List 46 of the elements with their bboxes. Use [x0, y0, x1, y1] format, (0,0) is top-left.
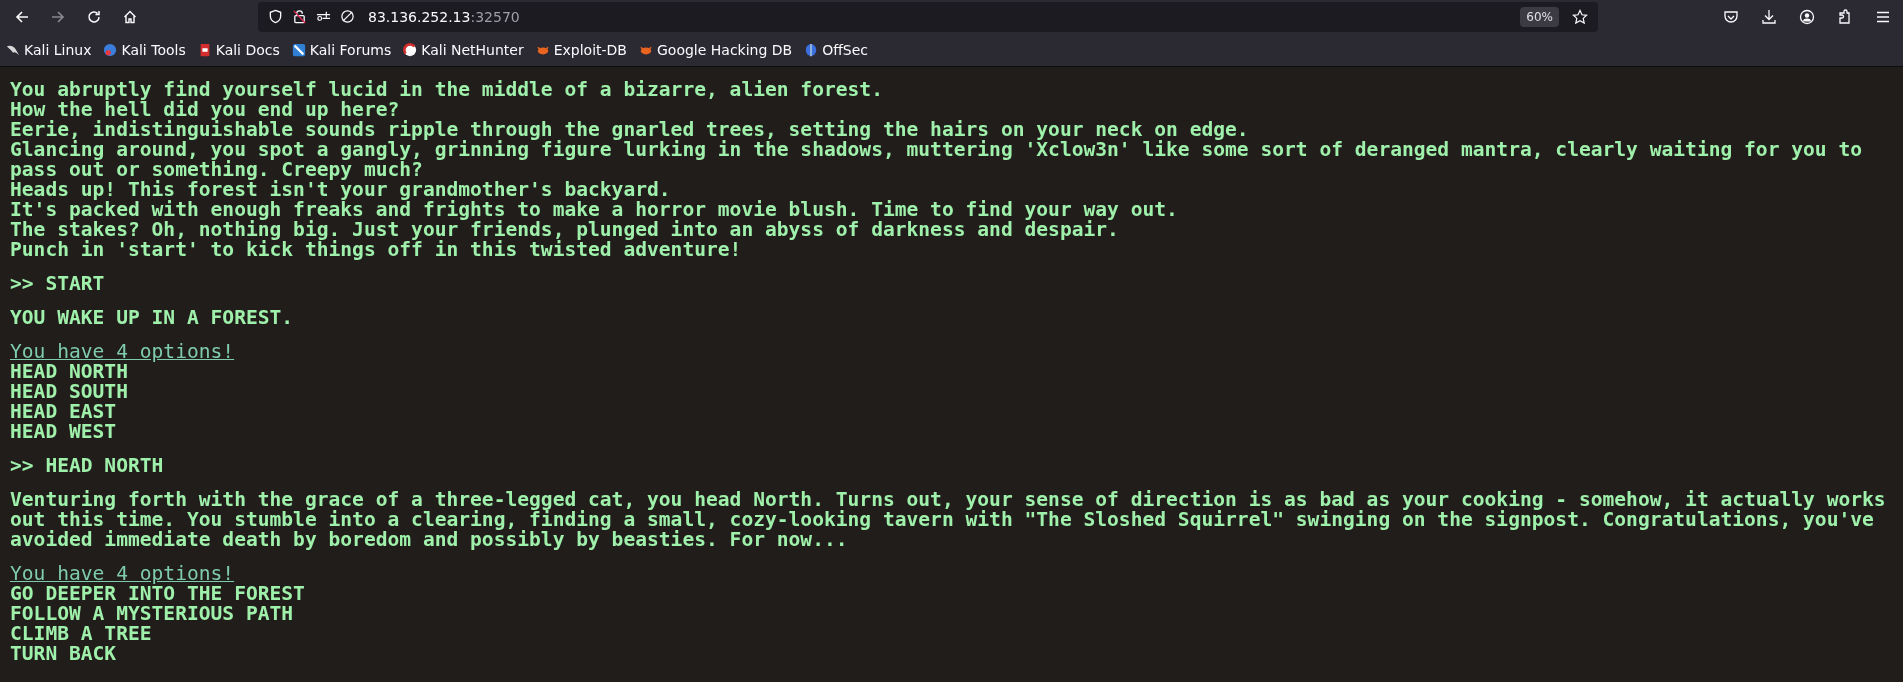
- option-text: FOLLOW A MYSTERIOUS PATH: [10, 604, 295, 624]
- story-text: YOU WAKE UP IN A FOREST.: [10, 308, 295, 328]
- permissions-icon: [316, 9, 331, 24]
- story-text: Venturing forth with the grace of a three-legged cat, you head North. Turns out, your sense of direction is as bad as your cooking - somehow, it actually works out this time. You stumble into a clearing, finding a small, cozy-looking tavern with "The Sloshed Squirrel" swinging on the signpost. Congratulations, you've avoided immediate death by boredom and possibly by beasties. For now...: [10, 490, 1887, 550]
- bookmark-item[interactable]: Kali NetHunter: [403, 41, 524, 58]
- home-icon[interactable]: [122, 8, 138, 25]
- forward-icon[interactable]: [50, 8, 66, 25]
- bookmark-star-icon[interactable]: [1572, 8, 1588, 25]
- bookmark-item[interactable]: Kali Linux: [6, 41, 92, 58]
- command-line: >> HEAD NORTH: [10, 456, 165, 476]
- pocket-icon[interactable]: [1723, 8, 1739, 25]
- option-text: GO DEEPER INTO THE FOREST: [10, 584, 306, 604]
- reload-icon[interactable]: [86, 8, 102, 25]
- option-text: HEAD EAST: [10, 402, 118, 422]
- bookmark-item[interactable]: Exploit-DB: [535, 41, 627, 58]
- bookmark-item[interactable]: OffSec: [804, 41, 869, 58]
- url-text: 83.136.252.13:32570: [368, 8, 520, 25]
- option-text: HEAD WEST: [10, 422, 118, 442]
- back-icon[interactable]: [14, 8, 30, 25]
- option-text: TURN BACK: [10, 644, 118, 664]
- bookmark-item[interactable]: Kali Forums: [291, 41, 392, 58]
- tracking-icon: [340, 9, 355, 24]
- story-text: It's packed with enough freaks and frights to make a horror movie blush. Time to find your way out.: [10, 200, 1179, 220]
- story-text: How the hell did you end up here?: [10, 100, 400, 120]
- lock-icon: [292, 9, 307, 24]
- options-heading: You have 4 options!: [10, 342, 235, 362]
- options-heading: You have 4 options!: [10, 564, 235, 584]
- command-line: >> START: [10, 274, 106, 294]
- story-text: Glancing around, you spot a gangly, grinning figure lurking in the shadows, muttering 'Xclow3n' like some sort of deranged mantra, clearly waiting for you to pass out or something. Creepy much?: [10, 140, 1864, 180]
- address-bar[interactable]: 83.136.252.13:32570 60%: [258, 1, 1598, 32]
- extensions-icon[interactable]: [1837, 8, 1853, 25]
- bookmark-item[interactable]: Kali Tools: [103, 41, 186, 58]
- story-text: The stakes? Oh, nothing big. Just your friends, plunged into an abyss of darkness and despair.: [10, 220, 1120, 240]
- zoom-level[interactable]: 60%: [1520, 6, 1559, 27]
- story-text: Heads up! This forest isn't your grandmother's backyard.: [10, 180, 672, 200]
- story-text: Eerie, indistinguishable sounds ripple through the gnarled trees, setting the hairs on your neck on edge.: [10, 120, 1250, 140]
- download-icon[interactable]: [1761, 8, 1777, 25]
- bookmark-item[interactable]: Google Hacking DB: [639, 41, 793, 58]
- story-text: You abruptly find yourself lucid in the middle of a bizarre, alien forest.: [10, 80, 884, 100]
- shield-icon: [268, 9, 283, 24]
- story-text: Punch in 'start' to kick things off in this twisted adventure!: [10, 240, 743, 260]
- option-text: CLIMB A TREE: [10, 624, 153, 644]
- option-text: HEAD NORTH: [10, 362, 129, 382]
- bookmark-item[interactable]: Kali Docs: [197, 41, 280, 58]
- account-icon[interactable]: [1799, 8, 1815, 25]
- option-text: HEAD SOUTH: [10, 382, 129, 402]
